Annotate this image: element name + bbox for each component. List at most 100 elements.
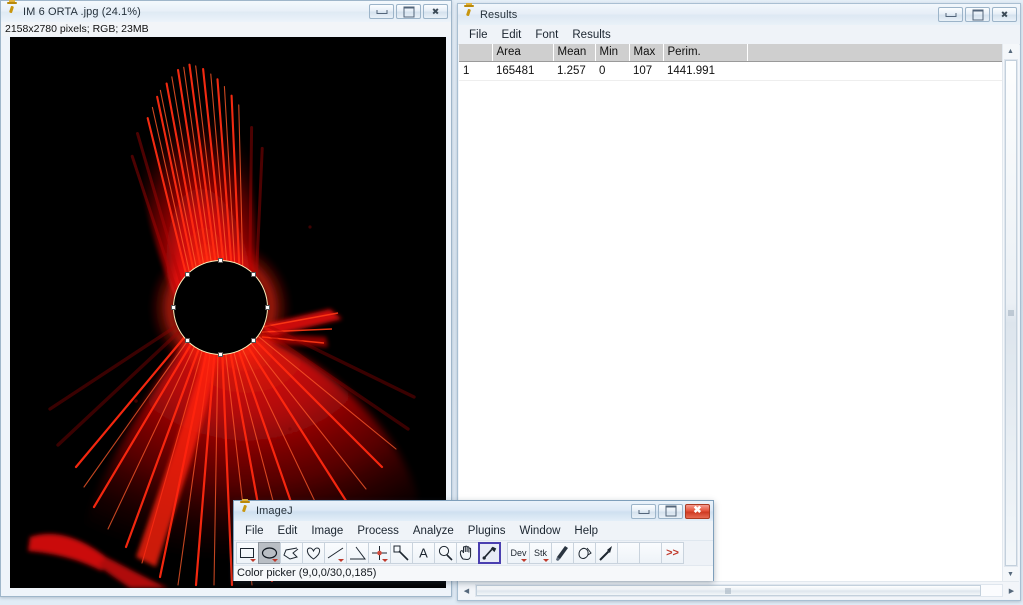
results-vertical-scrollbar[interactable]: ▲ ▼ [1002, 44, 1019, 582]
imagej-window-buttons: ✖ [631, 503, 711, 519]
arrow-tool[interactable] [595, 542, 618, 564]
col-header-area[interactable]: Area [492, 44, 554, 62]
roi-handle-n[interactable] [218, 258, 223, 263]
imagej-status-bar: Color picker (9,0,0/30,0,185) [234, 565, 713, 581]
roi-handle-sw[interactable] [185, 338, 190, 343]
imagej-menubar[interactable]: File Edit Image Process Analyze Plugins … [234, 521, 713, 541]
wand-tool[interactable] [390, 542, 413, 564]
roi-handle-e[interactable] [265, 305, 270, 310]
results-table-header-row: Area Mean Min Max Perim. [459, 44, 1019, 62]
col-header-index[interactable] [459, 44, 493, 62]
dropdown-arrow-icon[interactable] [250, 559, 256, 562]
image-info-line: 2158x2780 pixels; RGB; 23MB [1, 22, 451, 36]
menu-edit[interactable]: Edit [271, 524, 305, 538]
results-horizontal-scrollbar[interactable]: ◀ ▶ [459, 581, 1019, 599]
vertical-scroll-track[interactable] [1004, 59, 1018, 567]
results-maximize-button[interactable] [965, 7, 990, 22]
cell-mean: 1.257 [553, 61, 595, 81]
results-minimize-button[interactable] [938, 7, 963, 22]
menu-file[interactable]: File [238, 524, 271, 538]
cell-min: 0 [595, 61, 629, 81]
roi-handle-ne[interactable] [251, 272, 256, 277]
dropdown-arrow-icon[interactable] [382, 559, 388, 562]
imagej-main-window[interactable]: ImageJ ✖ File Edit Image Process Analyze… [233, 499, 714, 581]
menu-analyze[interactable]: Analyze [406, 524, 461, 538]
image-minimize-button[interactable] [369, 4, 394, 19]
imagej-titlebar[interactable]: ImageJ ✖ [234, 499, 713, 521]
dropdown-arrow-icon[interactable] [338, 559, 344, 562]
col-header-blank[interactable] [747, 44, 1019, 62]
results-window-titlebar[interactable]: Results ✖ [458, 2, 1020, 25]
freehand-tool[interactable] [302, 542, 325, 564]
line-tool[interactable] [324, 542, 347, 564]
text-tool[interactable]: A [412, 542, 435, 564]
menu-help[interactable]: Help [567, 524, 605, 538]
scroll-thumb-grip [1008, 310, 1014, 316]
dropdown-arrow-icon[interactable] [543, 559, 549, 562]
microscope-icon [463, 2, 475, 22]
table-row[interactable]: 1 165481 1.257 0 107 1441.991 [459, 61, 1019, 81]
dev-tool[interactable]: Dev [507, 542, 530, 564]
flood-fill-tool[interactable] [573, 542, 596, 564]
menu-process[interactable]: Process [350, 524, 406, 538]
roi-handle-s[interactable] [218, 352, 223, 357]
imagej-window-title: ImageJ [256, 505, 293, 517]
hand-tool[interactable] [456, 542, 479, 564]
col-header-min[interactable]: Min [595, 44, 630, 62]
roi-handle-w[interactable] [171, 305, 176, 310]
results-menu-results[interactable]: Results [565, 28, 617, 42]
results-table: Area Mean Min Max Perim. 1 165481 1.257 … [459, 44, 1019, 81]
scroll-right-arrow[interactable]: ▶ [1004, 583, 1019, 598]
image-window-buttons: ✖ [369, 4, 449, 19]
col-header-perim[interactable]: Perim. [663, 44, 748, 62]
cell-blank [747, 61, 1019, 81]
horizontal-scroll-track[interactable] [475, 584, 1003, 597]
results-menu-font[interactable]: Font [528, 28, 565, 42]
menu-image[interactable]: Image [304, 524, 350, 538]
imagej-maximize-button[interactable] [658, 503, 683, 519]
scroll-thumb-grip [725, 587, 731, 594]
results-menubar[interactable]: File Edit Font Results [458, 25, 1020, 45]
horizontal-scroll-thumb[interactable] [476, 585, 981, 596]
results-close-button[interactable]: ✖ [992, 7, 1017, 22]
empty-slot-1[interactable] [617, 542, 640, 564]
cell-index: 1 [459, 61, 492, 81]
col-header-max[interactable]: Max [629, 44, 664, 62]
magnifier-tool[interactable] [434, 542, 457, 564]
results-window-title: Results [480, 8, 518, 21]
rectangle-tool[interactable] [236, 542, 259, 564]
point-tool[interactable] [368, 542, 391, 564]
scroll-left-arrow[interactable]: ◀ [459, 583, 474, 598]
cell-max: 107 [629, 61, 663, 81]
dropdown-arrow-icon[interactable] [272, 559, 278, 562]
empty-slot-2[interactable] [639, 542, 662, 564]
cell-perim: 1441.991 [663, 61, 747, 81]
angle-tool[interactable] [346, 542, 369, 564]
menu-plugins[interactable]: Plugins [461, 524, 513, 538]
results-menu-edit[interactable]: Edit [495, 28, 529, 42]
image-maximize-button[interactable] [396, 4, 421, 19]
menu-window[interactable]: Window [513, 524, 568, 538]
desktop: IM 6 ORTA .jpg (24.1%) ✖ 2158x2780 pixel… [0, 0, 1023, 605]
results-window-buttons: ✖ [938, 7, 1018, 22]
image-window-titlebar[interactable]: IM 6 ORTA .jpg (24.1%) ✖ [1, 0, 451, 22]
imagej-minimize-button[interactable] [631, 503, 656, 519]
scroll-down-arrow[interactable]: ▼ [1003, 567, 1018, 582]
stack-tool[interactable]: Stk [529, 542, 552, 564]
imagej-close-button[interactable]: ✖ [685, 503, 710, 519]
results-menu-file[interactable]: File [462, 28, 495, 42]
imagej-toolbar[interactable]: A Dev Stk >> [234, 541, 713, 565]
oval-tool[interactable] [258, 542, 281, 564]
oval-selection[interactable] [171, 258, 270, 357]
scroll-up-arrow[interactable]: ▲ [1003, 44, 1018, 59]
dropdown-arrow-icon[interactable] [521, 559, 527, 562]
more-tools-button[interactable]: >> [661, 542, 684, 564]
polygon-tool[interactable] [280, 542, 303, 564]
roi-handle-nw[interactable] [185, 272, 190, 277]
col-header-mean[interactable]: Mean [553, 44, 596, 62]
color-picker-tool[interactable] [478, 542, 501, 564]
roi-handle-se[interactable] [251, 338, 256, 343]
image-close-button[interactable]: ✖ [423, 4, 448, 19]
vertical-scroll-thumb[interactable] [1005, 60, 1017, 566]
brush-tool[interactable] [551, 542, 574, 564]
